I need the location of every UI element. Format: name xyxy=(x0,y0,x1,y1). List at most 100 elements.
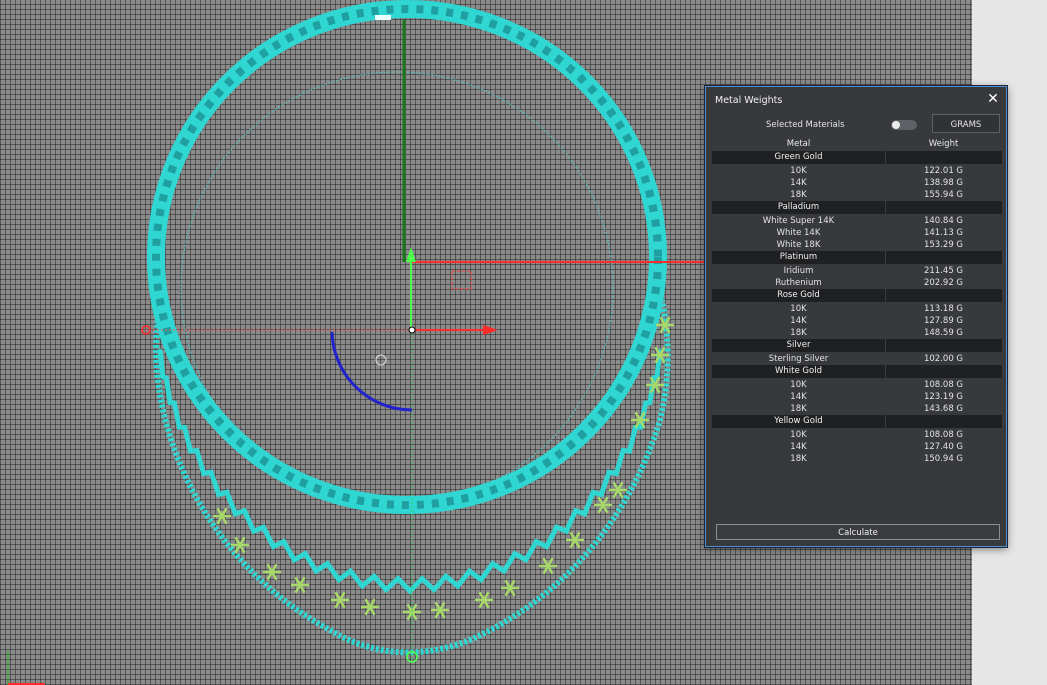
star-charm-icon[interactable] xyxy=(361,598,379,616)
star-charm-icon[interactable] xyxy=(594,496,612,514)
metal-weight: 150.94 G xyxy=(923,454,964,464)
panel-title: Metal Weights xyxy=(715,95,783,106)
star-charm-icon[interactable] xyxy=(213,507,231,525)
metal-name: 10K xyxy=(790,304,807,314)
metal-weight: 122.01 G xyxy=(923,166,964,176)
table-row[interactable]: 18K 155.94 G xyxy=(712,189,1002,201)
metal-group-name: Green Gold xyxy=(774,152,823,162)
pivot-icon[interactable] xyxy=(375,354,387,366)
gizmo-x-arrow-icon[interactable] xyxy=(483,325,498,335)
metal-weight: 123.19 G xyxy=(923,392,964,402)
star-charm-icon[interactable] xyxy=(291,576,309,594)
selected-materials-toggle[interactable] xyxy=(891,120,917,130)
metal-group-header: Green Gold xyxy=(712,151,1002,164)
table-row[interactable]: 10K 113.18 G xyxy=(712,303,1002,315)
table-row[interactable]: White 18K 153.29 G xyxy=(712,239,1002,251)
top-highlight xyxy=(375,15,391,20)
metal-weight: 140.84 G xyxy=(923,216,964,226)
column-divider xyxy=(885,365,886,378)
selected-materials-label: Selected Materials xyxy=(766,120,845,130)
metal-weight: 127.40 G xyxy=(923,442,964,452)
column-divider xyxy=(885,289,886,302)
column-divider xyxy=(885,151,886,164)
rotation-arc-handle[interactable] xyxy=(330,331,413,412)
metal-weight: 108.08 G xyxy=(923,430,964,440)
metal-group-header: Palladium xyxy=(712,201,1002,214)
metal-name: 14K xyxy=(790,442,807,452)
star-charm-icon[interactable] xyxy=(231,536,249,554)
table-row[interactable]: 18K 150.94 G xyxy=(712,453,1002,465)
metal-name: 18K xyxy=(790,454,807,464)
star-charm-icon[interactable] xyxy=(263,563,281,581)
table-row[interactable]: 18K 143.68 G xyxy=(712,403,1002,415)
metal-name: Ruthenium xyxy=(775,278,822,288)
metal-name: 14K xyxy=(790,392,807,402)
gizmo-plane-handle[interactable] xyxy=(451,270,472,290)
metal-name: 18K xyxy=(790,328,807,338)
metal-weight: 148.59 G xyxy=(923,328,964,338)
weight-column-header: Weight xyxy=(928,139,959,149)
table-row[interactable]: 14K 127.40 G xyxy=(712,441,1002,453)
metal-weight: 143.68 G xyxy=(923,404,964,414)
metal-name: Sterling Silver xyxy=(768,354,829,364)
metal-name: 14K xyxy=(790,316,807,326)
metal-weight: 153.29 G xyxy=(923,240,964,250)
table-row[interactable]: 14K 123.19 G xyxy=(712,391,1002,403)
star-charm-icon[interactable] xyxy=(566,531,584,549)
metal-name: White Super 14K xyxy=(762,216,835,226)
metal-group-header: Yellow Gold xyxy=(712,415,1002,428)
table-row[interactable]: White Super 14K 140.84 G xyxy=(712,215,1002,227)
metal-weights-panel: Metal Weights ✕ Selected Materials GRAMS… xyxy=(705,86,1007,547)
table-row[interactable]: 10K 108.08 G xyxy=(712,379,1002,391)
star-charm-icon[interactable] xyxy=(501,579,519,597)
column-divider xyxy=(885,339,886,352)
table-row[interactable]: 18K 148.59 G xyxy=(712,327,1002,339)
metal-group-name: Silver xyxy=(786,340,811,350)
close-button[interactable]: ✕ xyxy=(986,91,1000,107)
metal-weight: 141.13 G xyxy=(923,228,964,238)
metal-group-name: Rose Gold xyxy=(777,290,820,300)
metal-group-header: Silver xyxy=(712,339,1002,352)
star-charm-icon[interactable] xyxy=(609,481,627,499)
metal-weight: 127.89 G xyxy=(923,316,964,326)
metal-group-name: Platinum xyxy=(779,252,818,262)
metal-weight: 102.00 G xyxy=(923,354,964,364)
star-charm-icon[interactable] xyxy=(539,557,557,575)
column-divider xyxy=(885,415,886,428)
star-charm-icon[interactable] xyxy=(331,591,349,609)
metal-group-name: Yellow Gold xyxy=(774,416,823,426)
table-row[interactable]: 14K 127.89 G xyxy=(712,315,1002,327)
metal-weight: 108.08 G xyxy=(923,380,964,390)
metal-name: 10K xyxy=(790,380,807,390)
metal-name: 10K xyxy=(790,166,807,176)
calculate-button[interactable]: Calculate xyxy=(716,524,1000,540)
metal-group-header: Rose Gold xyxy=(712,289,1002,302)
table-row[interactable]: Sterling Silver 102.00 G xyxy=(712,353,1002,365)
metal-name: White 18K xyxy=(776,240,821,250)
gizmo-center-icon[interactable] xyxy=(408,326,416,334)
table-row[interactable]: 10K 122.01 G xyxy=(712,165,1002,177)
table-row[interactable]: Ruthenium 202.92 G xyxy=(712,277,1002,289)
gizmo-y-arrow-icon[interactable] xyxy=(406,247,416,262)
metal-weight: 138.98 G xyxy=(923,178,964,188)
metal-weight: 211.45 G xyxy=(923,266,964,276)
toggle-knob xyxy=(892,121,900,129)
column-divider xyxy=(885,201,886,214)
metal-weight: 113.18 G xyxy=(923,304,964,314)
metal-group-header: Platinum xyxy=(712,251,1002,264)
metal-name: 18K xyxy=(790,190,807,200)
table-row[interactable]: 10K 108.08 G xyxy=(712,429,1002,441)
table-row[interactable]: Iridium 211.45 G xyxy=(712,265,1002,277)
metal-group-header: White Gold xyxy=(712,365,1002,378)
chain-links xyxy=(152,5,662,509)
metal-column-header: Metal xyxy=(786,139,811,149)
metal-group-name: Palladium xyxy=(777,202,820,212)
table-row[interactable]: White 14K 141.13 G xyxy=(712,227,1002,239)
metal-group-name: White Gold xyxy=(775,366,822,376)
units-button[interactable]: GRAMS xyxy=(932,114,1000,133)
star-charm-icon[interactable] xyxy=(431,601,449,619)
metal-name: 18K xyxy=(790,404,807,414)
table-row[interactable]: 14K 138.98 G xyxy=(712,177,1002,189)
metal-weight: 155.94 G xyxy=(923,190,964,200)
star-charm-icon[interactable] xyxy=(475,591,493,609)
